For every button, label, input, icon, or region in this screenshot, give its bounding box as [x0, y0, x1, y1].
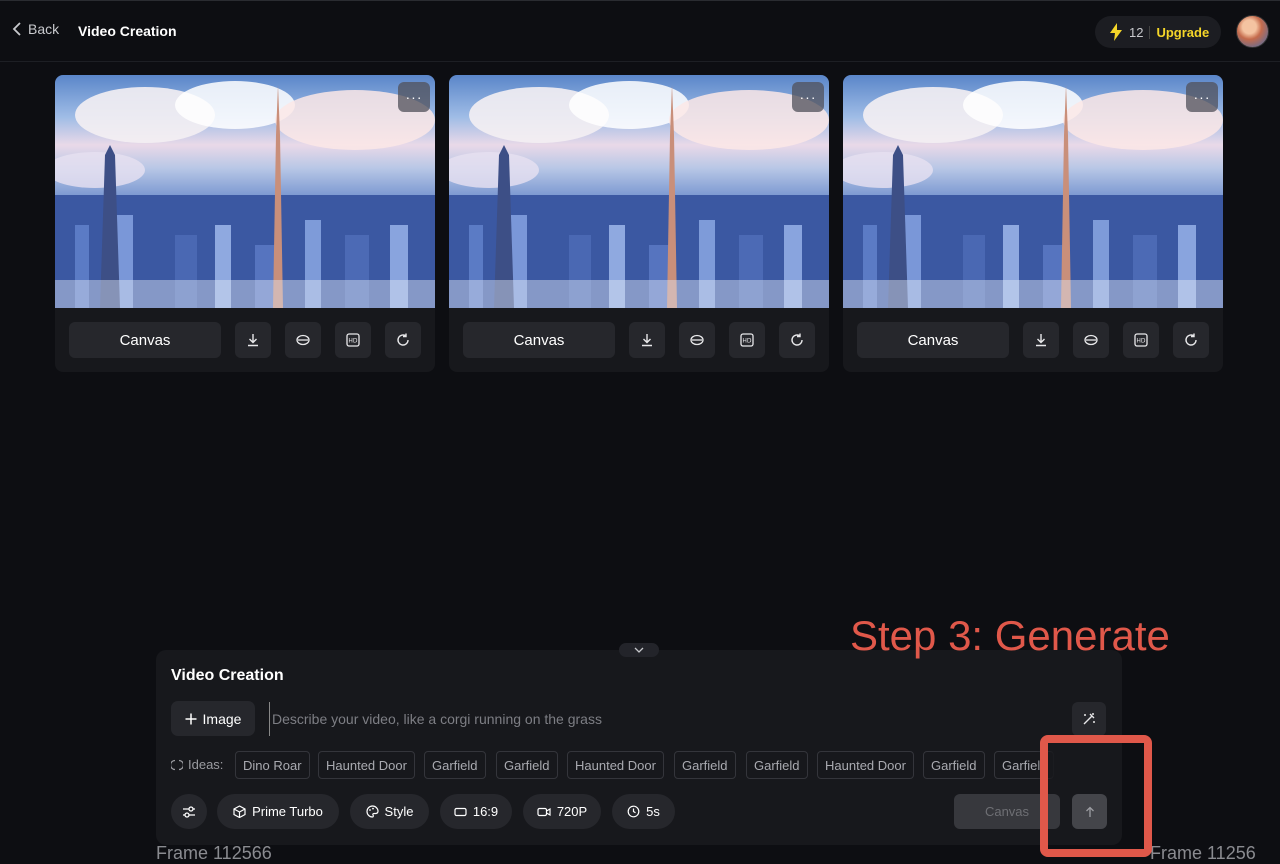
plus-icon [185, 713, 197, 724]
add-image-label: Image [202, 710, 242, 727]
chevron-down-icon [634, 647, 644, 653]
idea-chip[interactable]: Haunted Door [567, 751, 664, 779]
svg-text:HD: HD [1136, 338, 1146, 345]
idea-chip[interactable]: Garfield [674, 751, 736, 779]
video-camera-icon [537, 807, 551, 816]
card-actions: Canvas HD [463, 322, 815, 358]
idea-chip[interactable]: Garfield [746, 751, 808, 779]
svg-text:HD: HD [348, 338, 358, 345]
regenerate-button[interactable] [779, 322, 815, 358]
lips-icon [690, 334, 704, 346]
regenerate-button[interactable] [1173, 322, 1209, 358]
idea-chip[interactable]: Haunted Door [318, 751, 415, 779]
divider [1149, 25, 1151, 39]
chevron-left-icon [12, 22, 21, 36]
ideas-label: Ideas: [188, 757, 224, 772]
refresh-icon [791, 333, 803, 346]
idea-chip[interactable]: Haunted Door [817, 751, 914, 779]
video-card: ··· Canvas HD [55, 75, 435, 372]
settings-button[interactable] [171, 794, 207, 829]
duration-label: 5s [646, 804, 660, 819]
lips-icon [1084, 334, 1098, 346]
credits-count: 12 [1129, 24, 1144, 40]
page-title: Video Creation [78, 23, 177, 39]
city-illustration [843, 81, 1223, 308]
duration-selector[interactable]: 5s [612, 794, 675, 829]
palette-icon [366, 805, 379, 818]
lip-sync-button[interactable] [1073, 322, 1109, 358]
card-actions: Canvas HD [857, 322, 1209, 358]
video-card: ··· Canvas HD [843, 75, 1223, 372]
lightning-icon [1110, 23, 1122, 41]
hd-icon: HD [1134, 333, 1148, 347]
download-icon [248, 334, 258, 347]
aspect-ratio-selector[interactable]: 16:9 [440, 794, 512, 829]
add-image-button[interactable]: Image [171, 701, 255, 736]
download-button[interactable] [629, 322, 665, 358]
download-icon [1036, 334, 1046, 347]
step-annotation-text: Step 3: Generate [850, 612, 1170, 659]
top-bar: Back Video Creation 12 Upgrade [0, 0, 1280, 62]
more-options-button[interactable]: ··· [1186, 82, 1218, 112]
hd-button[interactable]: HD [1123, 322, 1159, 358]
city-illustration [55, 81, 435, 308]
canvas-button[interactable]: Canvas [857, 322, 1009, 358]
frame-label: Frame 112566 [156, 843, 272, 863]
refresh-ideas-icon[interactable] [171, 759, 183, 771]
aspect-ratio-label: 16:9 [472, 804, 499, 819]
download-icon [642, 334, 652, 347]
frame-label: Frame 11256 [1150, 843, 1256, 863]
magic-enhance-button[interactable] [1072, 702, 1106, 736]
upgrade-link[interactable]: Upgrade [1156, 25, 1209, 40]
back-label: Back [28, 21, 60, 37]
more-options-button[interactable]: ··· [792, 82, 824, 112]
lip-sync-button[interactable] [679, 322, 715, 358]
prompt-input[interactable] [269, 702, 1049, 736]
step-annotation-highlight-box [1040, 735, 1152, 857]
sliders-icon [183, 805, 195, 818]
more-options-button[interactable]: ··· [398, 82, 430, 112]
aspect-ratio-icon [454, 807, 467, 816]
video-card: ··· Canvas HD [449, 75, 829, 372]
regenerate-button[interactable] [385, 322, 421, 358]
idea-chip[interactable]: Garfield [923, 751, 985, 779]
back-button[interactable]: Back [12, 21, 59, 37]
panel-title: Video Creation [171, 667, 284, 684]
credits-upgrade-pill[interactable]: 12 Upgrade [1095, 16, 1221, 48]
idea-chip[interactable]: Garfield [496, 751, 558, 779]
video-creation-panel: Video Creation Image Ideas: Dino Roar Ha… [156, 650, 1122, 845]
style-label: Style [384, 804, 414, 819]
magic-wand-icon [1083, 713, 1095, 725]
download-button[interactable] [1023, 322, 1059, 358]
canvas-button[interactable]: Canvas [69, 322, 221, 358]
model-label: Prime Turbo [252, 804, 323, 819]
ideas-label-group: Ideas: [171, 757, 223, 772]
refresh-icon [1185, 333, 1197, 346]
lips-icon [296, 334, 310, 346]
clock-icon [627, 805, 640, 818]
avatar[interactable] [1236, 15, 1269, 48]
city-thumbnail[interactable]: ··· [449, 75, 829, 308]
resolution-label: 720P [556, 804, 588, 819]
city-illustration [449, 81, 829, 308]
city-thumbnail[interactable]: ··· [843, 75, 1223, 308]
card-actions: Canvas HD [69, 322, 421, 358]
svg-text:HD: HD [742, 338, 752, 345]
hd-button[interactable]: HD [335, 322, 371, 358]
refresh-icon [397, 333, 409, 346]
cube-icon [233, 805, 246, 818]
resolution-selector[interactable]: 720P [523, 794, 601, 829]
model-selector[interactable]: Prime Turbo [217, 794, 339, 829]
download-button[interactable] [235, 322, 271, 358]
hd-icon: HD [740, 333, 754, 347]
style-selector[interactable]: Style [350, 794, 429, 829]
city-thumbnail[interactable]: ··· [55, 75, 435, 308]
idea-chip[interactable]: Dino Roar [235, 751, 310, 779]
hd-button[interactable]: HD [729, 322, 765, 358]
hd-icon: HD [346, 333, 360, 347]
idea-chip[interactable]: Garfield [424, 751, 486, 779]
canvas-button[interactable]: Canvas [463, 322, 615, 358]
collapse-panel-button[interactable] [619, 643, 659, 657]
lip-sync-button[interactable] [285, 322, 321, 358]
